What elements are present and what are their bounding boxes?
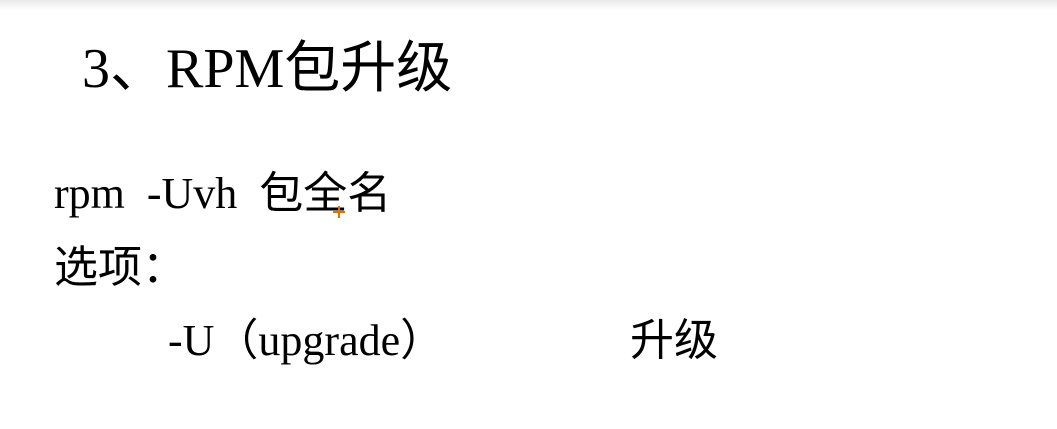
crosshair-cursor-icon <box>333 206 345 218</box>
options-label: 选项： <box>54 243 186 292</box>
option-flag-upgrade: -U（upgrade） <box>168 316 445 365</box>
option-description-upgrade: 升级 <box>630 316 718 365</box>
slide-title: 3、RPM包升级 <box>82 38 453 100</box>
window-top-edge <box>0 0 1057 10</box>
